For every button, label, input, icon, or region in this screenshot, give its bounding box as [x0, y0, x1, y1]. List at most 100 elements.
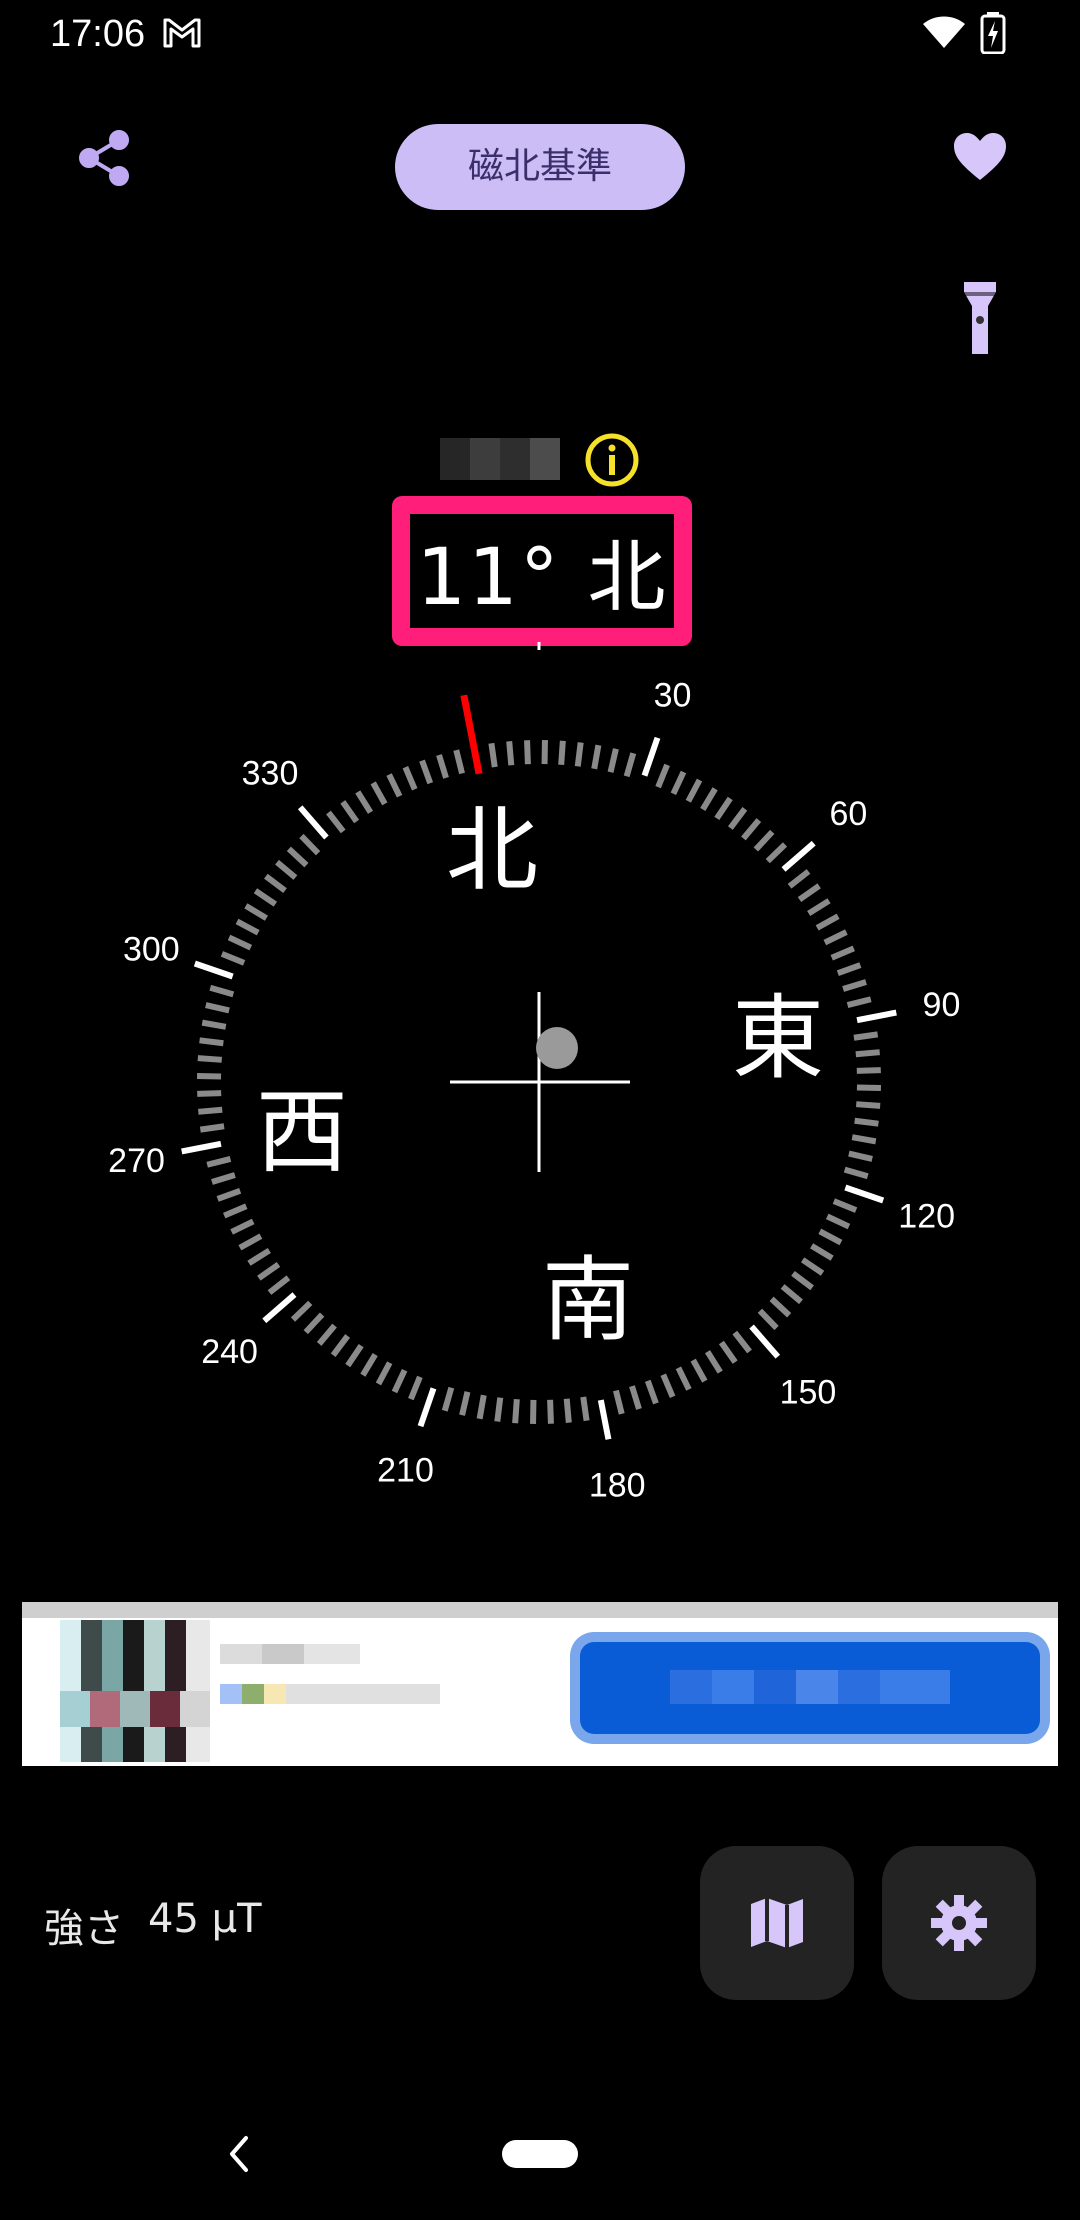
minor-tick [644, 1379, 659, 1405]
minor-tick [303, 1312, 325, 1335]
field-strength-value: 45 μT [148, 1896, 262, 1942]
major-tick [193, 960, 234, 980]
degree-label: 300 [123, 931, 180, 969]
minor-tick [205, 1002, 230, 1014]
settings-button[interactable] [882, 1846, 1036, 2000]
minor-tick [797, 883, 821, 903]
degree-label: 210 [377, 1452, 434, 1490]
minor-tick [453, 749, 465, 775]
minor-tick [230, 1218, 255, 1235]
minor-tick [700, 787, 718, 811]
minor-tick [675, 1366, 692, 1391]
nav-home-handle[interactable] [502, 2140, 578, 2168]
compass-dial: 30 60 90 120 150 180 210 240 270 300 330 北 東 南 西 [108, 642, 961, 1504]
minor-tick [613, 1389, 625, 1415]
minor-tick [718, 1340, 738, 1364]
minor-tick [408, 1375, 423, 1401]
minor-tick [197, 1090, 222, 1097]
minor-tick [591, 744, 602, 770]
minor-tick [216, 1187, 242, 1202]
major-tick [181, 1140, 222, 1155]
minor-tick [547, 1399, 554, 1424]
major-tick [597, 1399, 612, 1440]
minor-tick [198, 1106, 223, 1115]
map-button[interactable] [700, 1846, 854, 2000]
compass-screen: 17:06 磁北基準 11° 北 30 60 90 120 150 180 21… [0, 0, 1080, 2220]
minor-tick [623, 752, 637, 778]
major-tick [297, 805, 329, 840]
minor-tick [316, 1323, 337, 1346]
degree-label: 90 [923, 986, 961, 1024]
minor-tick [704, 1350, 723, 1374]
degree-label: 240 [201, 1333, 258, 1371]
minor-tick [286, 846, 309, 868]
minor-tick [340, 800, 360, 824]
ad-thumbnail [60, 1620, 210, 1762]
minor-tick [494, 1397, 504, 1422]
degree-label: 270 [108, 1142, 165, 1180]
minor-tick [211, 1172, 236, 1185]
minor-tick [201, 1019, 227, 1030]
minor-tick [846, 996, 872, 1008]
minor-tick [257, 1261, 281, 1281]
minor-tick [753, 829, 775, 852]
minor-tick [326, 810, 346, 834]
cardinal-north: 北 [446, 797, 538, 904]
minor-tick [386, 773, 403, 798]
gmail-icon [163, 18, 201, 48]
flashlight-icon[interactable] [962, 280, 998, 358]
battery-charging-icon [980, 12, 1006, 54]
degree-label: 120 [898, 1197, 955, 1235]
minor-tick [199, 1037, 224, 1047]
minor-tick [360, 1353, 378, 1377]
minor-tick [836, 962, 862, 977]
heart-icon[interactable] [952, 132, 1008, 182]
minor-tick [685, 778, 703, 803]
map-icon [751, 1898, 803, 1948]
minor-tick [741, 818, 762, 841]
minor-tick [832, 1198, 858, 1213]
minor-tick [402, 766, 418, 791]
minor-tick [238, 1233, 263, 1251]
minor-tick [660, 1373, 676, 1398]
degree-label: 60 [830, 795, 868, 833]
minor-tick [476, 1394, 487, 1420]
minor-tick [629, 1385, 642, 1410]
ad-cta-button[interactable] [580, 1642, 1040, 1734]
degree-label: 150 [780, 1373, 837, 1411]
minor-tick [757, 1308, 779, 1331]
minor-tick [223, 1203, 248, 1219]
share-icon[interactable] [75, 128, 135, 188]
minor-tick [244, 903, 268, 921]
minor-tick [856, 1067, 881, 1074]
minor-tick [842, 979, 867, 992]
minor-tick [780, 1284, 803, 1305]
minor-tick [853, 1031, 879, 1041]
minor-tick [574, 742, 584, 767]
minor-tick [558, 740, 566, 765]
magnetic-north-toggle-button[interactable]: 磁北基準 [395, 124, 685, 210]
minor-tick [524, 740, 531, 765]
minor-tick [856, 1101, 881, 1109]
minor-tick [670, 770, 687, 796]
degree-label: 30 [654, 676, 692, 714]
minor-tick [512, 1399, 520, 1424]
major-tick [781, 840, 816, 872]
info-icon[interactable] [584, 432, 640, 488]
minor-tick [727, 807, 748, 830]
minor-tick [330, 1334, 351, 1357]
minor-tick [655, 763, 670, 789]
ad-text-redacted [220, 1644, 460, 1744]
cardinal-east: 東 [732, 985, 824, 1092]
minor-tick [800, 1257, 825, 1276]
minor-tick [264, 873, 287, 894]
minor-tick [607, 748, 619, 773]
ad-banner[interactable] [22, 1602, 1058, 1766]
minor-tick [825, 1213, 851, 1230]
minor-tick [199, 1123, 225, 1133]
minor-tick [807, 898, 831, 917]
nav-back-icon[interactable] [224, 2134, 254, 2174]
minor-tick [391, 1368, 408, 1394]
minor-tick [732, 1330, 752, 1354]
minor-tick [355, 790, 374, 814]
